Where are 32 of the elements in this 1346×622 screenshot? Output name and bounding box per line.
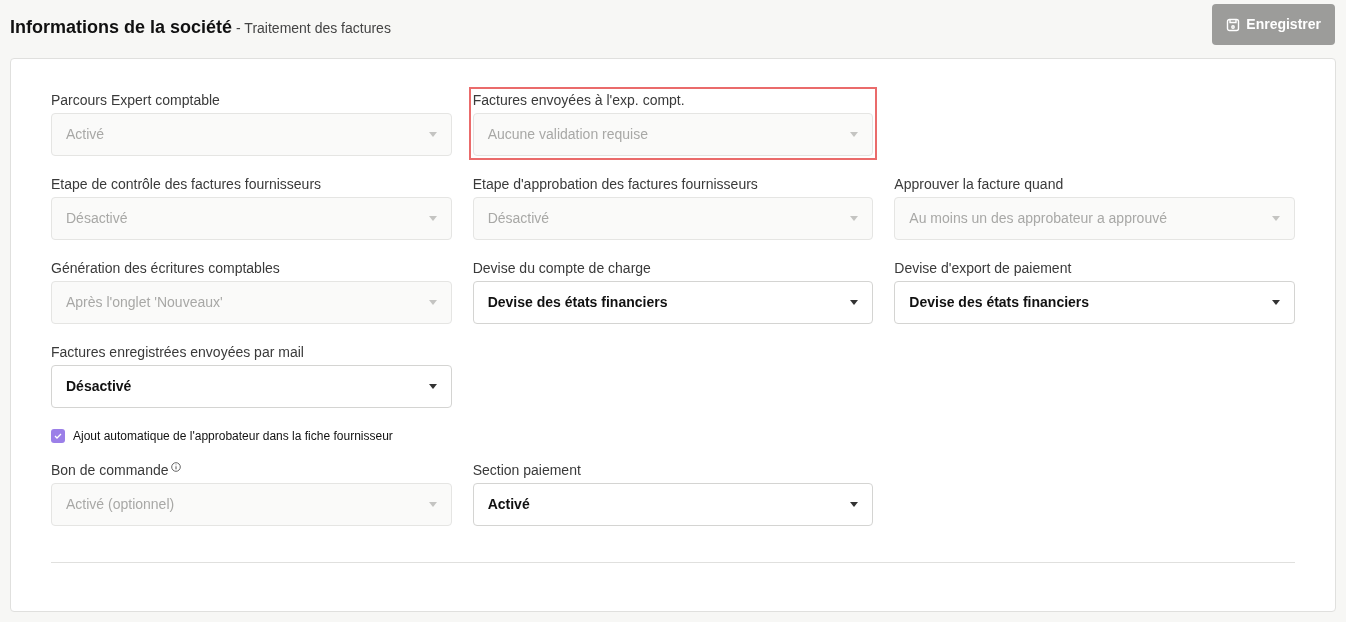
field-label: Génération des écritures comptables	[51, 259, 280, 277]
field-label: Etape d'approbation des factures fournisseurs	[472, 175, 758, 193]
check-icon	[54, 433, 62, 439]
field-label: Devise du compte de charge	[472, 259, 651, 277]
caret-icon	[850, 300, 859, 305]
field-label: Devise d'export de paiement	[894, 259, 1072, 277]
caret-icon	[850, 502, 859, 507]
select-field[interactable]: Désactivé	[51, 365, 452, 408]
field-label: Approuver la facture quand	[894, 175, 1064, 193]
page-title: Informations de la société	[10, 16, 233, 39]
caret-icon	[850, 216, 859, 221]
caret-icon	[850, 132, 859, 137]
caret-icon	[428, 300, 437, 305]
select-field[interactable]: Activé	[472, 483, 874, 526]
field-label: Bon de commande	[51, 461, 169, 479]
caret-icon	[428, 502, 437, 507]
checkbox[interactable]	[51, 429, 65, 443]
field-label: Section paiement	[472, 461, 581, 479]
caret-icon	[428, 216, 437, 221]
field-label: Etape de contrôle des factures fournisseurs	[51, 175, 322, 193]
field-label: Factures envoyées à l'exp. compt.	[472, 91, 685, 109]
save-icon	[1226, 17, 1241, 32]
caret-icon	[1272, 300, 1280, 305]
select-field[interactable]: Devise des états financiers	[472, 281, 874, 324]
field-label: Parcours Expert comptable	[51, 91, 220, 109]
page-subtitle: - Traitement des factures	[236, 19, 391, 38]
checkbox-label: Ajout automatique de l'approbateur dans la fiche fournisseur	[73, 428, 393, 445]
caret-icon	[428, 384, 437, 389]
caret-icon	[1272, 216, 1280, 221]
caret-icon	[428, 132, 437, 137]
select-field[interactable]: Devise des états financiers	[894, 281, 1295, 324]
field-label: Factures enregistrées envoyées par mail	[51, 343, 304, 361]
